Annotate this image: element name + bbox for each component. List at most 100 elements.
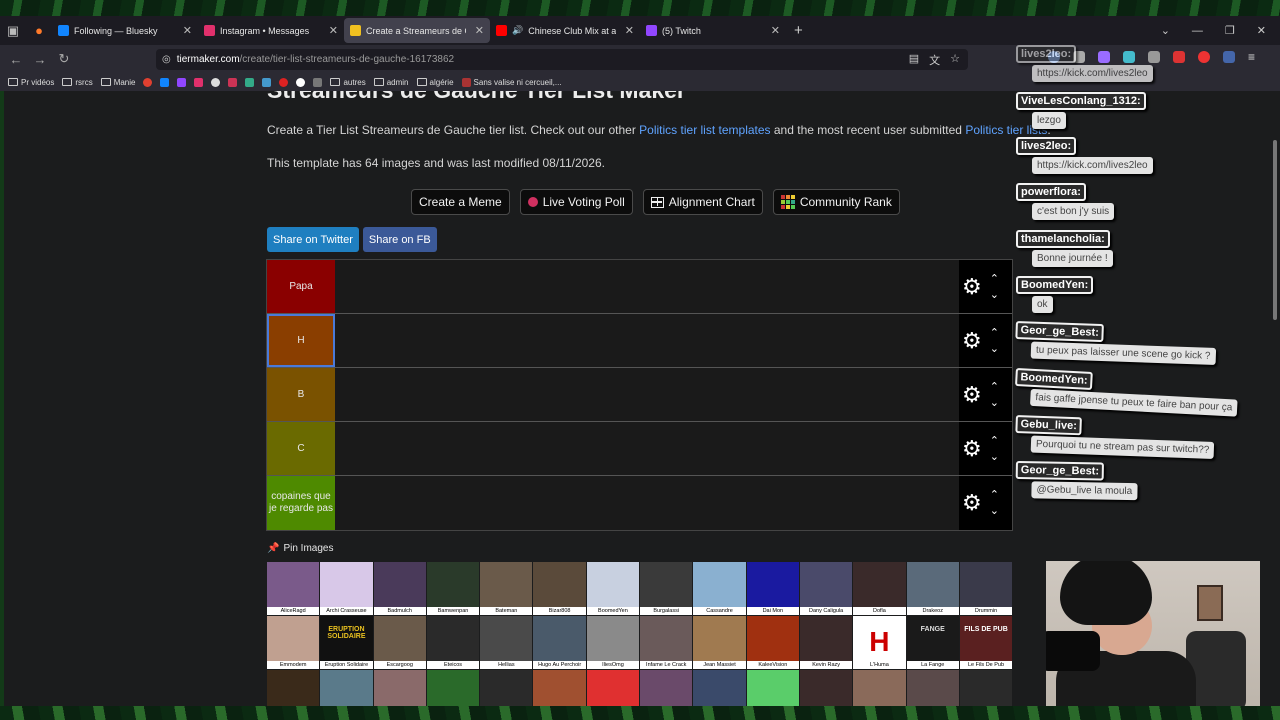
tier-image[interactable]: Le Fils De Pub FILS DE PUB (959, 616, 1013, 669)
tab-twitch[interactable]: (5) Twitch ✕ (640, 18, 786, 43)
tier-image[interactable]: Dany Caligula (799, 562, 853, 615)
bookmark-icon-link[interactable] (245, 77, 255, 87)
chevron-down-icon[interactable]: ⌄ (990, 451, 999, 462)
chevron-up-icon[interactable]: ⌃ (990, 381, 999, 392)
chevron-down-icon[interactable]: ⌄ (990, 397, 999, 408)
gear-icon[interactable]: ⚙ (962, 437, 982, 460)
tier-image[interactable]: Dai Mon (746, 562, 799, 615)
tier-image[interactable]: Hellias (480, 616, 533, 669)
tier-image[interactable]: Burgalassi (640, 562, 693, 615)
minimize-icon[interactable]: — (1192, 25, 1203, 37)
bookmark-icon-link[interactable] (262, 77, 272, 87)
close-tab-icon[interactable]: ✕ (625, 24, 634, 37)
gear-icon[interactable]: ⚙ (962, 275, 982, 298)
tier-image[interactable] (853, 670, 906, 706)
tier-image[interactable]: Hugo Au Perchoir (533, 616, 586, 669)
create-meme-button[interactable]: Create a Meme (411, 189, 510, 215)
back-icon[interactable]: ← (4, 52, 28, 67)
tier-drop-zone[interactable] (335, 260, 959, 313)
tier-label[interactable]: H (267, 314, 335, 367)
chevron-down-icon[interactable]: ⌄ (990, 343, 999, 354)
tab-instagram[interactable]: Instagram • Messages ✕ (198, 18, 344, 43)
address-bar[interactable]: ◎ tiermaker.com/create/tier-list-streame… (156, 49, 968, 70)
tier-image[interactable] (320, 670, 373, 706)
tier-drop-zone[interactable] (335, 368, 959, 421)
share-twitter-button[interactable]: Share on Twitter (267, 227, 359, 252)
chevron-down-icon[interactable]: ⌄ (990, 506, 999, 517)
chevron-up-icon[interactable]: ⌃ (990, 490, 999, 501)
tier-image[interactable]: Kevin Razy (799, 616, 853, 669)
tier-image[interactable] (480, 670, 533, 706)
tier-image[interactable]: IliesOmg (586, 616, 640, 669)
tab-tiermaker[interactable]: Create a Streameurs de Gauche ✕ (344, 18, 490, 43)
tier-image[interactable] (959, 670, 1013, 706)
tier-image[interactable]: Escargoog (373, 616, 426, 669)
page-scrollbar[interactable] (1273, 140, 1277, 320)
alignment-chart-button[interactable]: Alignment Chart (642, 189, 763, 215)
tier-image[interactable]: Dofla (853, 562, 906, 615)
bookmark-folder[interactable]: algérie (416, 78, 454, 87)
tier-image[interactable]: Archi Crasseuse (320, 562, 373, 615)
tier-image[interactable]: KaleeVision (746, 616, 799, 669)
tier-drop-zone[interactable] (335, 422, 959, 475)
tier-image[interactable]: Bizar808 (533, 562, 586, 615)
tier-image[interactable]: Emmodem (267, 616, 320, 669)
tier-image[interactable] (906, 670, 959, 706)
community-rank-button[interactable]: Community Rank (772, 189, 900, 215)
tier-image[interactable]: Eruption Solidaire ERUPTION SOLIDAIRE (320, 616, 373, 669)
chevron-up-icon[interactable]: ⌃ (990, 327, 999, 338)
tier-image[interactable]: Bamwenpan (426, 562, 480, 615)
tier-image[interactable]: Jean Massiet (693, 616, 746, 669)
bookmark-icon-link[interactable] (194, 77, 204, 87)
bookmark-icon-link[interactable] (296, 77, 306, 87)
gear-icon[interactable]: ⚙ (962, 329, 982, 352)
politics-templates-link[interactable]: Politics tier list templates (639, 123, 770, 137)
tab-overflow-icon[interactable]: ⌄ (1161, 24, 1170, 37)
tab-list-icon[interactable]: ▣ (0, 16, 26, 45)
close-tab-icon[interactable]: ✕ (475, 24, 484, 37)
maximize-icon[interactable]: ❐ (1225, 24, 1235, 37)
bookmark-folder[interactable]: Pr vidéos (8, 78, 54, 87)
close-window-icon[interactable]: ✕ (1257, 24, 1266, 37)
close-tab-icon[interactable]: ✕ (771, 24, 780, 37)
forward-icon[interactable]: → (28, 52, 52, 67)
share-fb-button[interactable]: Share on FB (362, 227, 437, 252)
reader-view-icon[interactable]: ▤ (909, 52, 919, 68)
live-voting-button[interactable]: Live Voting Poll (519, 189, 633, 215)
bookmark-folder[interactable]: autres (330, 78, 366, 87)
bookmark-icon-link[interactable] (279, 77, 289, 87)
tier-image[interactable]: Drakeoz (906, 562, 959, 615)
bookmark-icon-link[interactable] (177, 77, 187, 87)
close-tab-icon[interactable]: ✕ (329, 24, 338, 37)
tier-image[interactable]: AliceRagd (267, 562, 320, 615)
tier-drop-zone[interactable] (335, 476, 959, 530)
new-tab-button[interactable]: + (794, 22, 803, 39)
tier-image[interactable]: Bateman (480, 562, 533, 615)
tier-image[interactable]: L'Huma H (853, 616, 906, 669)
tier-drop-zone[interactable] (335, 314, 959, 367)
close-tab-icon[interactable]: ✕ (183, 24, 192, 37)
firefox-view-icon[interactable]: ● (26, 16, 52, 45)
tier-image[interactable] (426, 670, 480, 706)
reload-icon[interactable]: ↻ (52, 51, 76, 67)
bookmark-star-icon[interactable]: ☆ (950, 52, 960, 68)
tier-image[interactable] (746, 670, 799, 706)
tier-label[interactable]: Papa (267, 260, 335, 313)
bookmark-icon-link[interactable] (160, 77, 170, 87)
tier-image[interactable]: Badmulch (373, 562, 426, 615)
chevron-up-icon[interactable]: ⌃ (990, 435, 999, 446)
tier-image[interactable] (586, 670, 640, 706)
bookmark-link[interactable]: Sans valise ni cercueil,... (461, 77, 562, 87)
tab-bluesky[interactable]: Following — Bluesky ✕ (52, 18, 198, 43)
tier-image[interactable] (640, 670, 693, 706)
audio-playing-icon[interactable]: 🔊 (512, 25, 523, 36)
tier-image[interactable] (373, 670, 426, 706)
tier-label[interactable]: C (267, 422, 335, 475)
bookmark-folder[interactable]: Manie (100, 78, 135, 87)
gear-icon[interactable]: ⚙ (962, 492, 982, 514)
tier-image[interactable]: Drummin (959, 562, 1013, 615)
tier-image[interactable] (267, 670, 320, 706)
gear-icon[interactable]: ⚙ (962, 383, 982, 406)
tier-label[interactable]: copaines que je regarde pas (267, 476, 335, 530)
tier-image[interactable]: La Fange FANGE (906, 616, 959, 669)
